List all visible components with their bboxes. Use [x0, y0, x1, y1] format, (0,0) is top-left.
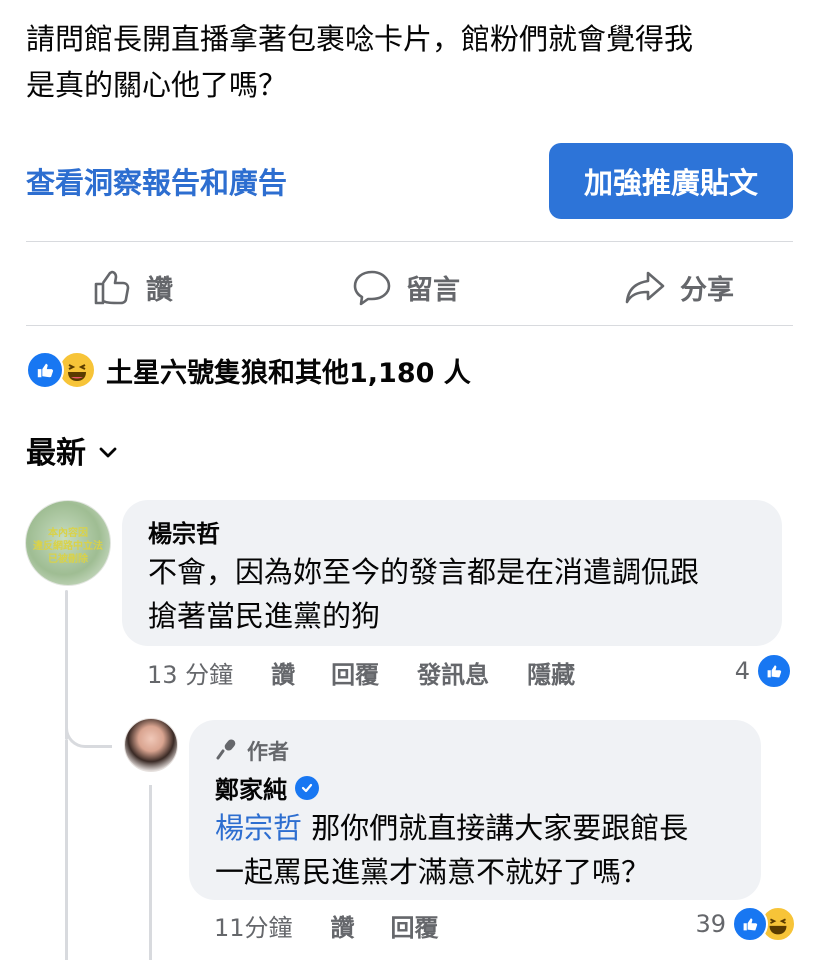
like-icon: [732, 906, 768, 942]
reply-author[interactable]: 鄭家純: [215, 770, 319, 805]
divider: [26, 241, 793, 242]
post-text-line: 請問館長開直播拿著包裹唸卡片，館粉們就會覺得我: [26, 22, 694, 56]
post-text: 請問館長開直播拿著包裹唸卡片，館粉們就會覺得我 是真的關心他了嗎？: [26, 16, 796, 108]
comment-bubble: 楊宗哲 不會，因為妳至今的發言都是在消遣調侃跟 搶著當民進黨的狗: [122, 500, 782, 646]
author-badge-label: 作者: [247, 740, 289, 764]
share-label: 分享: [680, 274, 734, 306]
chevron-down-icon: [98, 433, 118, 468]
comment-author-name[interactable]: 楊宗哲: [148, 514, 220, 549]
message-link[interactable]: 發訊息: [417, 655, 489, 690]
comment-icon: [352, 267, 392, 307]
sort-dropdown[interactable]: 最新: [26, 428, 118, 472]
avatar[interactable]: [124, 718, 178, 772]
reply-link[interactable]: 回覆: [331, 655, 379, 690]
reply-author-name: 鄭家純: [215, 776, 287, 804]
reactions-summary[interactable]: 土星六號隻狼和其他1,180 人: [26, 350, 471, 390]
share-icon: [624, 267, 666, 307]
comment-label: 留言: [406, 274, 460, 306]
insights-link[interactable]: 查看洞察報告和廣告: [26, 160, 287, 202]
reaction-summary-text: 土星六號隻狼和其他1,180 人: [106, 357, 471, 389]
comment-meta: 13 分鐘 讚 回覆 發訊息 隱藏: [147, 655, 575, 689]
hide-link[interactable]: 隱藏: [527, 655, 575, 690]
reply-text-line: 一起罵民進黨才滿意不就好了嗎？: [215, 855, 651, 889]
like-label: 讚: [146, 274, 173, 306]
like-action-button[interactable]: 讚: [92, 263, 173, 311]
reply-text-line: 那你們就直接講大家要跟館長: [302, 811, 689, 845]
boost-post-button[interactable]: 加強推廣貼文: [549, 143, 793, 219]
reply-text: 楊宗哲 那你們就直接講大家要跟館長 一起罵民進黨才滿意不就好了嗎？: [215, 806, 755, 894]
like-icon: [756, 653, 792, 689]
share-action-button[interactable]: 分享: [624, 263, 734, 311]
comment-text: 不會，因為妳至今的發言都是在消遣調侃跟 搶著當民進黨的狗: [148, 555, 700, 633]
avatar[interactable]: 本內容因 違反網路中立法 已被刪除: [25, 500, 111, 586]
thread-connector: [65, 700, 112, 748]
sort-label: 最新: [26, 436, 86, 471]
reply-link[interactable]: 回覆: [391, 908, 439, 943]
reaction-count: 39: [695, 910, 726, 938]
comment-time[interactable]: 13 分鐘: [147, 655, 233, 690]
divider: [26, 325, 793, 326]
comment-action-button[interactable]: 留言: [352, 263, 460, 311]
reply-time[interactable]: 11分鐘: [214, 908, 293, 943]
mention-link[interactable]: 楊宗哲: [215, 811, 302, 845]
like-link[interactable]: 讚: [331, 908, 355, 943]
thread-line: [149, 785, 152, 960]
verified-badge-icon: [295, 775, 319, 800]
like-link[interactable]: 讚: [271, 655, 295, 690]
comment-reactions[interactable]: 4: [735, 653, 792, 689]
reply-bubble: 作者 鄭家純 楊宗哲 那你們就直接講大家要跟館長 一起罵民進黨才滿意不就好了嗎？: [189, 720, 761, 900]
reply-reactions[interactable]: 39: [695, 906, 796, 942]
microphone-icon: [215, 737, 239, 766]
reply-meta: 11分鐘 讚 回覆: [214, 908, 439, 942]
reaction-count: 4: [734, 657, 750, 685]
thumbs-up-icon: [92, 267, 132, 307]
post-text-line: 是真的關心他了嗎？: [26, 68, 288, 102]
avatar-overlay-text: 本內容因 違反網路中立法 已被刪除: [33, 528, 103, 565]
thread-line: [65, 740, 68, 960]
like-icon: [26, 351, 64, 389]
author-badge: 作者: [215, 736, 289, 766]
